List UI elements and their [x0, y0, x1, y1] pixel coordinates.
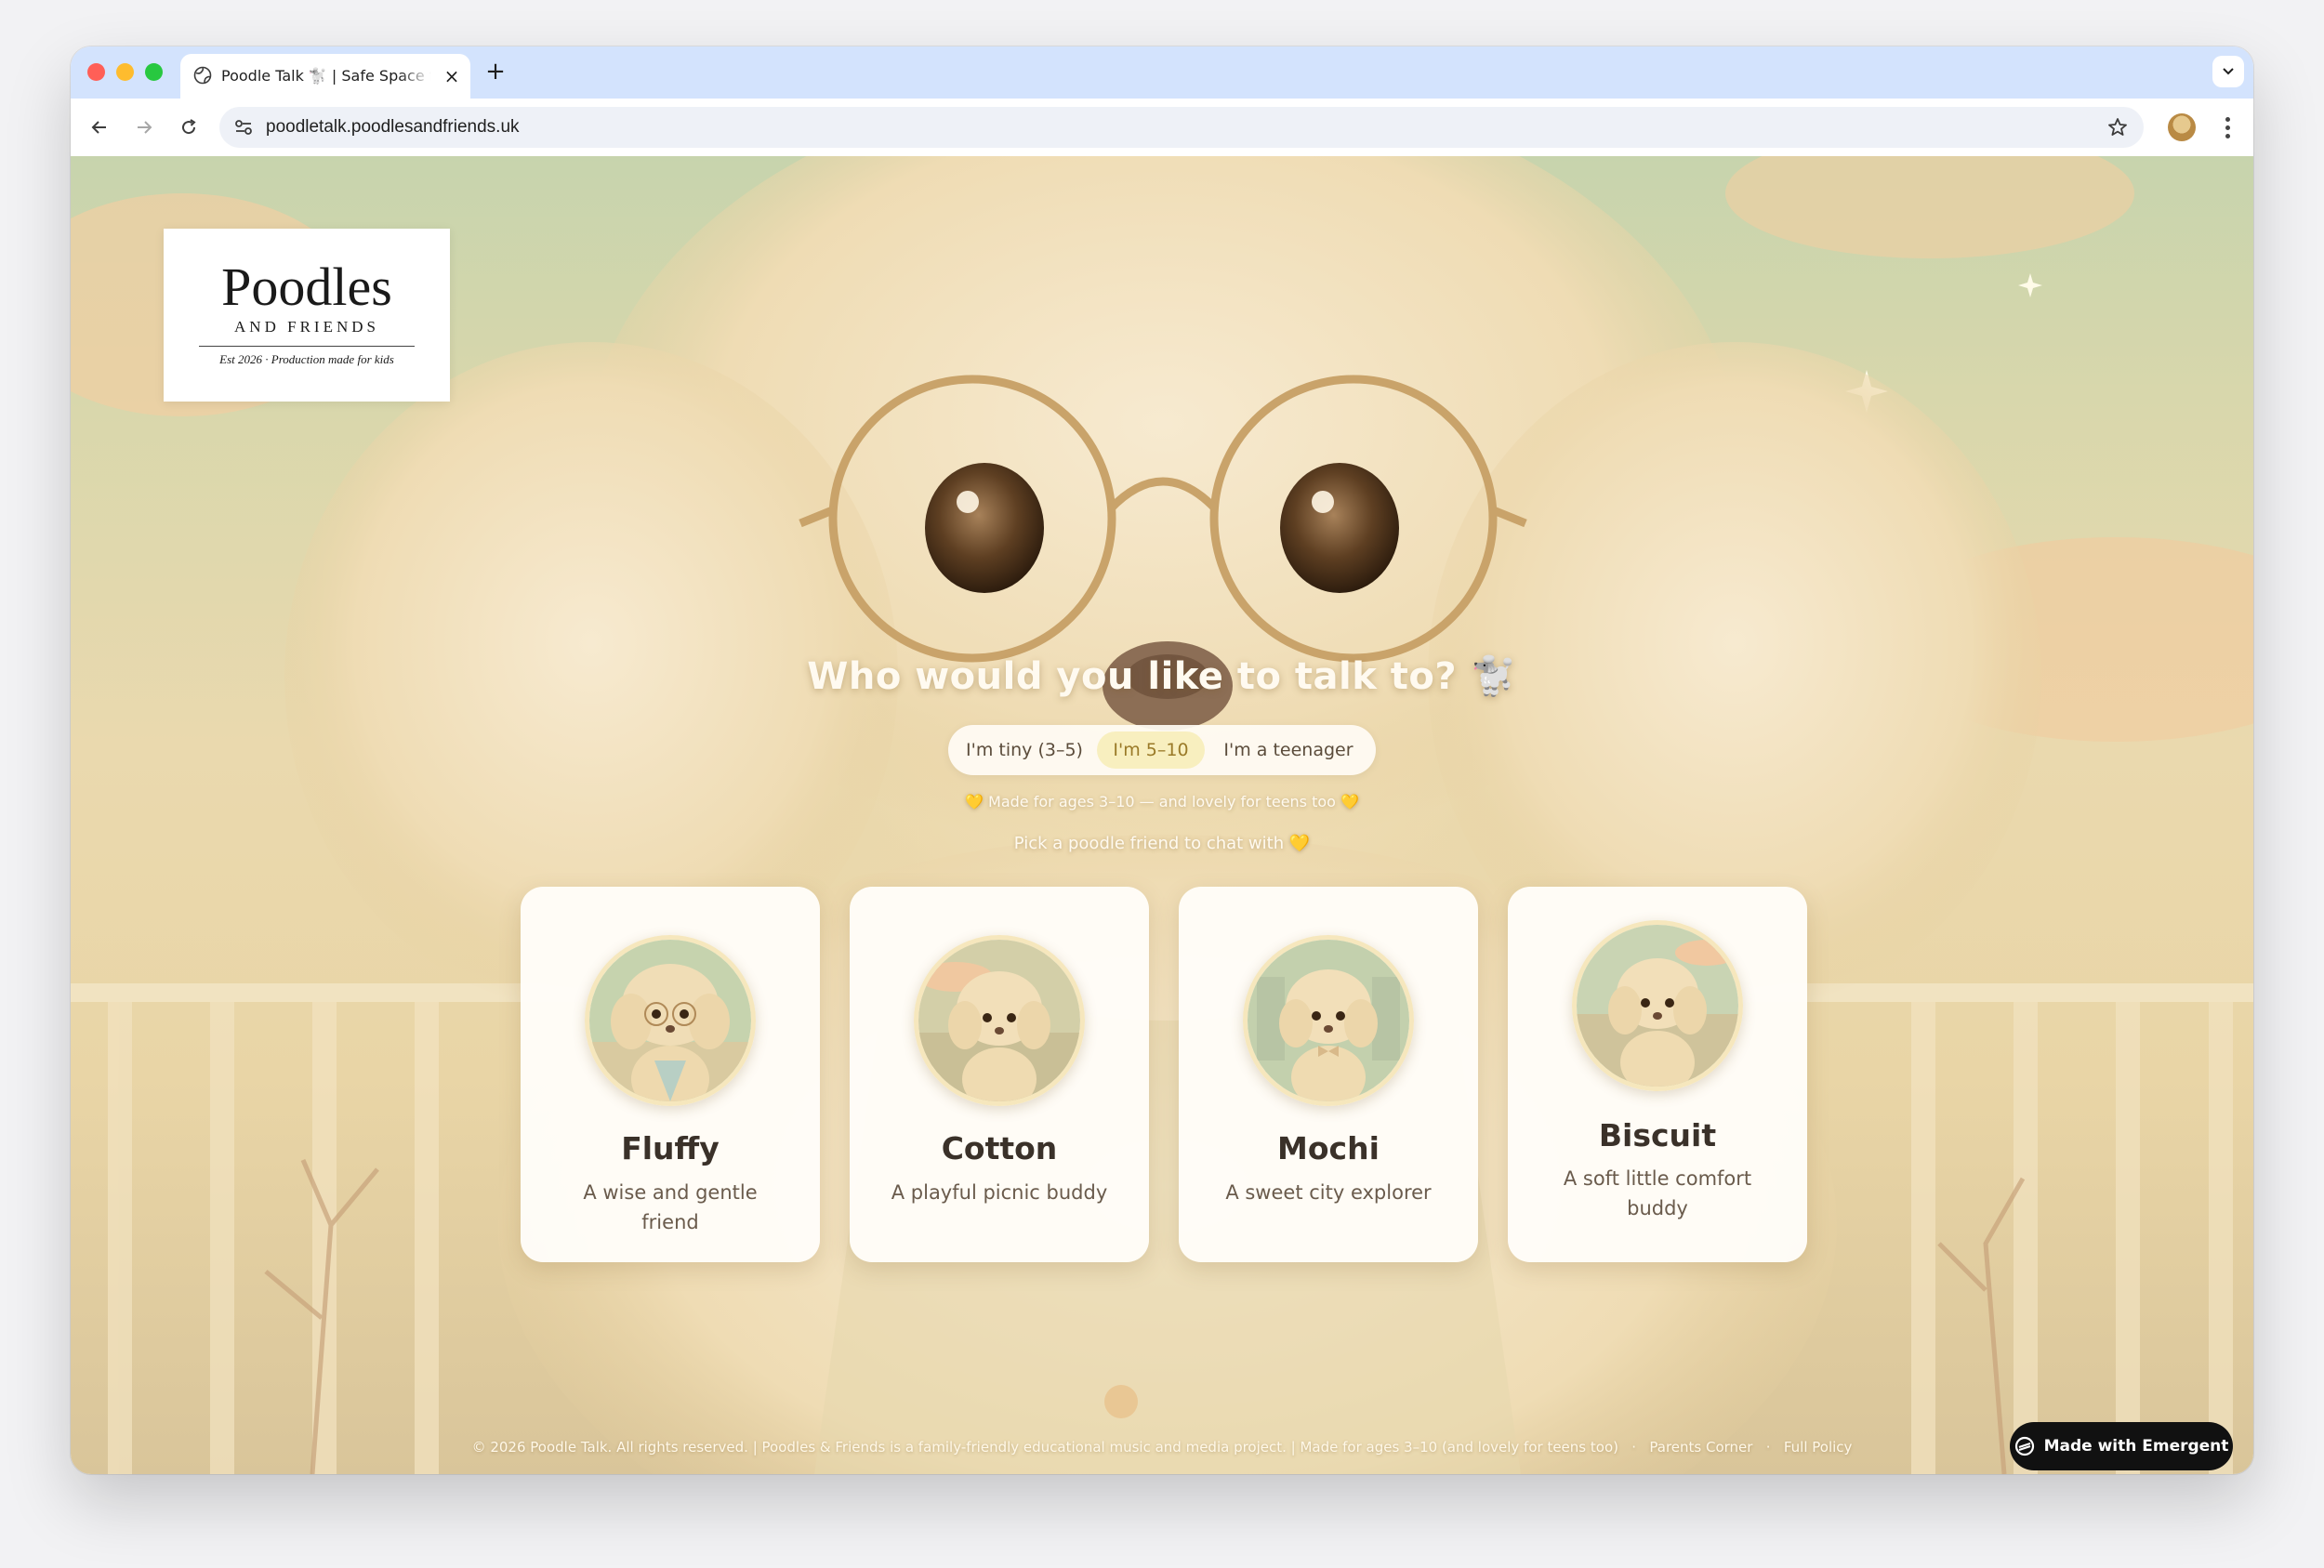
- reload-button[interactable]: [173, 112, 205, 143]
- forward-button[interactable]: [128, 112, 160, 143]
- character-card-biscuit[interactable]: Biscuit A soft little comfort buddy: [1508, 887, 1807, 1262]
- emergent-logo-icon: [2014, 1436, 2034, 1456]
- browser-toolbar: poodletalk.poodlesandfriends.uk: [71, 99, 2253, 157]
- footer-separator: ·: [1631, 1439, 1637, 1456]
- maximize-window-button[interactable]: [145, 63, 163, 81]
- bookmark-star-icon[interactable]: [2106, 116, 2129, 138]
- chevron-down-icon: [2223, 68, 2234, 75]
- age-option-teenager[interactable]: I'm a teenager: [1210, 731, 1367, 769]
- poodle-portrait-icon: [918, 940, 1080, 1101]
- character-description: A soft little comfort buddy: [1563, 1167, 1752, 1219]
- fluffy-avatar: [585, 935, 756, 1106]
- logo-title: Poodles: [221, 257, 392, 317]
- cotton-avatar: [914, 935, 1085, 1106]
- age-note: 💛 Made for ages 3–10 — and lovely for te…: [965, 793, 1359, 810]
- logo-subtitle: AND FRIENDS: [234, 318, 379, 336]
- age-option-tiny[interactable]: I'm tiny (3–5): [957, 731, 1091, 769]
- full-policy-link[interactable]: Full Policy: [1784, 1439, 1853, 1456]
- close-tab-icon[interactable]: ×: [441, 65, 463, 87]
- character-name: Biscuit: [1598, 1117, 1717, 1153]
- character-card-mochi[interactable]: Mochi A sweet city explorer: [1179, 887, 1478, 1262]
- tab-title: Poodle Talk 🐩 | Safe Space for kids: [221, 67, 431, 85]
- character-card-fluffy[interactable]: Fluffy A wise and gentle friend: [521, 887, 820, 1262]
- parents-corner-link[interactable]: Parents Corner: [1649, 1439, 1752, 1456]
- arrow-right-icon: [138, 121, 152, 134]
- browser-menu-button[interactable]: [2218, 112, 2237, 143]
- browser-window: Poodle Talk 🐩 | Safe Space for kids × + …: [71, 46, 2253, 1474]
- profile-avatar[interactable]: [2168, 113, 2196, 141]
- character-card-cotton[interactable]: Cotton A playful picnic buddy: [850, 887, 1149, 1262]
- character-description: A wise and gentle friend: [583, 1181, 758, 1233]
- made-with-emergent-badge[interactable]: Made with Emergent: [2010, 1422, 2233, 1470]
- tab-strip: Poodle Talk 🐩 | Safe Space for kids × +: [71, 46, 2253, 99]
- character-name: Cotton: [941, 1130, 1058, 1166]
- site-logo[interactable]: Poodles AND FRIENDS Est 2026 · Productio…: [164, 229, 450, 402]
- page-viewport: Poodles AND FRIENDS Est 2026 · Productio…: [71, 156, 2253, 1474]
- site-settings-icon[interactable]: [232, 116, 255, 138]
- back-button[interactable]: [84, 112, 115, 143]
- poodle-portrait-icon: [1577, 925, 1738, 1087]
- new-tab-button[interactable]: +: [482, 58, 509, 86]
- character-description: A playful picnic buddy: [891, 1181, 1108, 1204]
- minimize-window-button[interactable]: [116, 63, 134, 81]
- biscuit-avatar: [1572, 920, 1743, 1091]
- page-headline: Who would you like to talk to? 🐩: [807, 655, 1517, 698]
- pick-friend-prompt: Pick a poodle friend to chat with 💛: [1013, 834, 1311, 853]
- age-option-5-10[interactable]: I'm 5–10: [1097, 731, 1205, 769]
- poodle-portrait-icon: [589, 940, 751, 1101]
- character-name: Fluffy: [621, 1130, 720, 1166]
- page-footer: © 2026 Poodle Talk. All rights reserved.…: [71, 1439, 2253, 1456]
- close-window-button[interactable]: [87, 63, 105, 81]
- tab-search-button[interactable]: [2212, 56, 2244, 87]
- url-text: poodletalk.poodlesandfriends.uk: [266, 117, 520, 137]
- poodle-portrait-icon: [1248, 940, 1409, 1101]
- footer-separator: ·: [1765, 1439, 1771, 1456]
- logo-divider: [199, 346, 415, 347]
- address-bar[interactable]: poodletalk.poodlesandfriends.uk: [219, 107, 2144, 148]
- globe-icon: [193, 66, 212, 85]
- character-description: A sweet city explorer: [1225, 1181, 1432, 1204]
- age-group-selector: I'm tiny (3–5) I'm 5–10 I'm a teenager: [948, 725, 1376, 775]
- footer-copyright: © 2026 Poodle Talk. All rights reserved.…: [471, 1439, 1618, 1456]
- character-name: Mochi: [1277, 1130, 1380, 1166]
- reload-icon: [182, 119, 196, 135]
- active-tab[interactable]: Poodle Talk 🐩 | Safe Space for kids ×: [180, 54, 470, 99]
- arrow-left-icon: [91, 121, 106, 134]
- badge-label: Made with Emergent: [2043, 1437, 2229, 1456]
- mochi-avatar: [1243, 935, 1414, 1106]
- logo-tagline: Est 2026 · Production made for kids: [219, 352, 394, 366]
